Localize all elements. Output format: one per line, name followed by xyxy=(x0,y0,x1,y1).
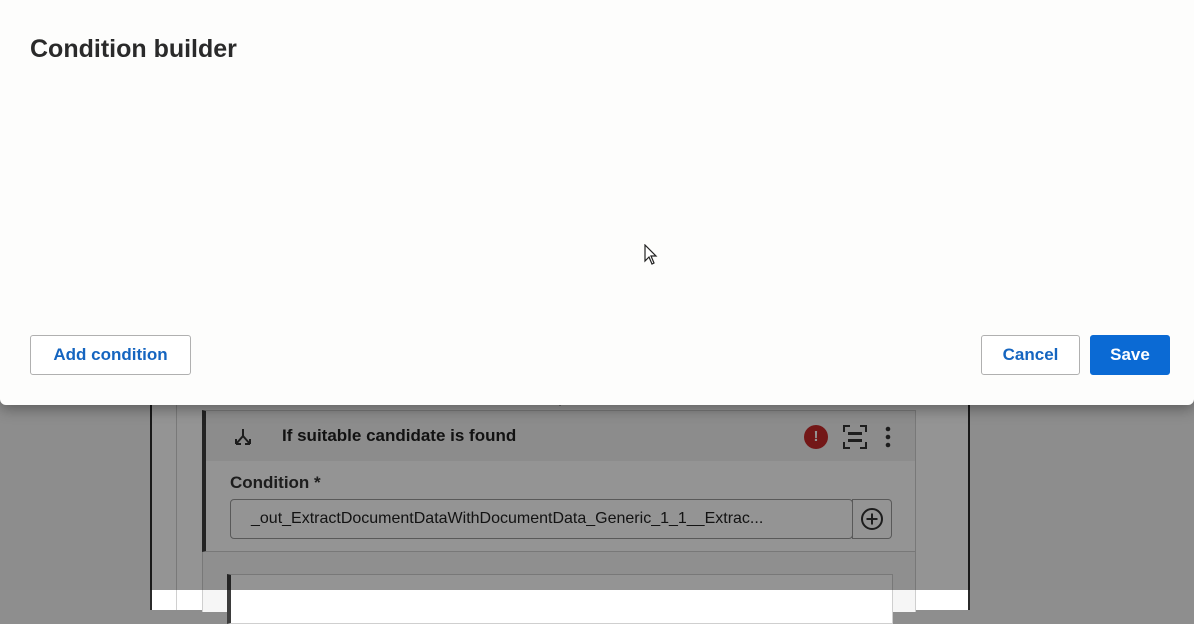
cancel-button[interactable]: Cancel xyxy=(981,335,1080,375)
dialog-title: Condition builder xyxy=(30,35,237,63)
add-condition-button[interactable]: Add condition xyxy=(30,335,191,375)
save-button[interactable]: Save xyxy=(1090,335,1170,375)
condition-builder-dialog: Condition builder Add condition Cancel S… xyxy=(0,0,1194,405)
mouse-cursor-icon xyxy=(644,244,658,265)
